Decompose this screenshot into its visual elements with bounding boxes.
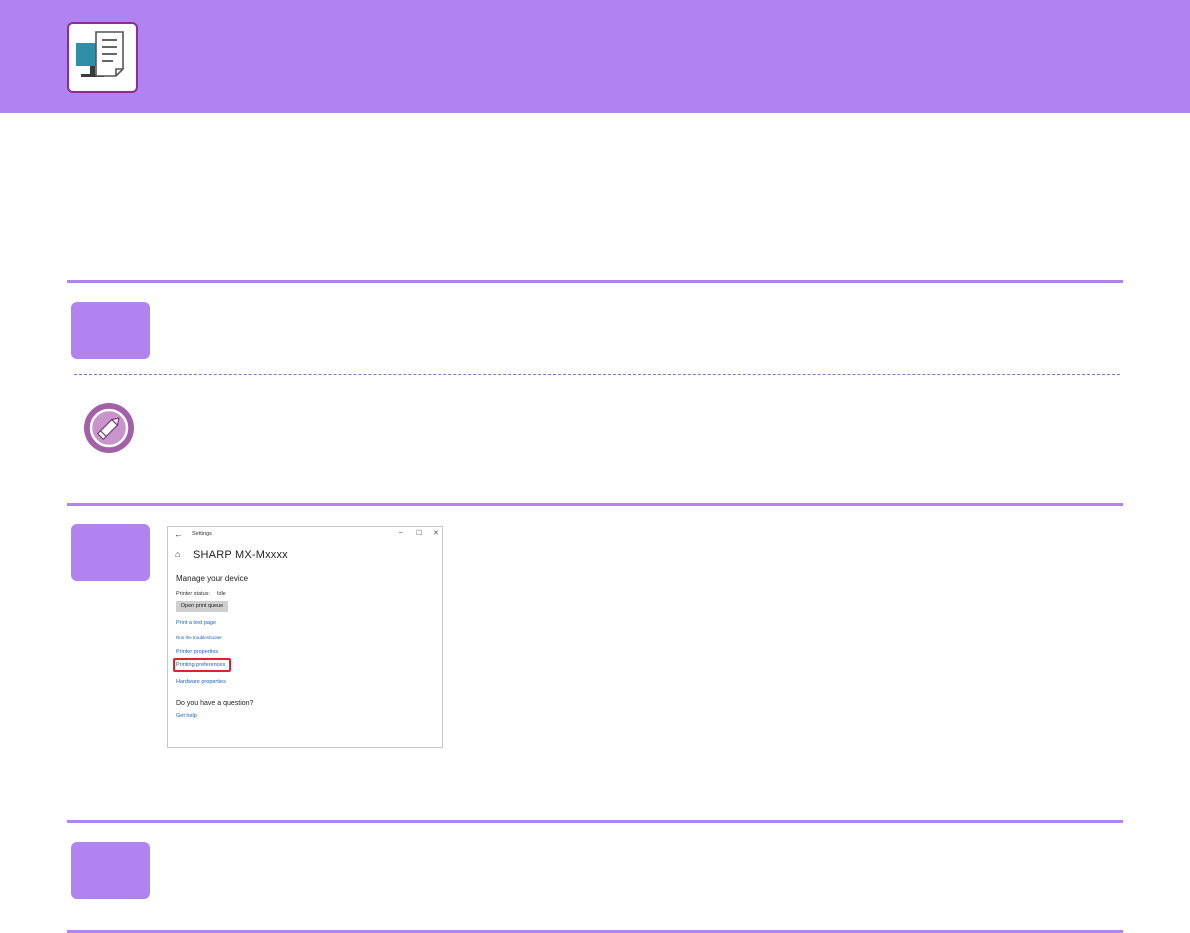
section-divider [67, 503, 1123, 506]
back-arrow-icon[interactable]: ← [174, 529, 183, 539]
note-separator [74, 374, 1120, 375]
section-divider [67, 280, 1123, 283]
open-print-queue-button[interactable]: Open print queue [176, 601, 228, 612]
printer-status-label: Printer status: [176, 591, 210, 597]
section-title: Manage your device [176, 574, 249, 583]
step-badge-3 [71, 842, 150, 899]
get-help-link[interactable]: Get help [176, 713, 197, 719]
computer-document-icon [67, 22, 138, 93]
hardware-properties-link[interactable]: Hardware properties [176, 679, 226, 685]
device-name: SHARP MX-Mxxxx [193, 549, 288, 561]
minimize-icon[interactable]: – [399, 529, 403, 536]
printer-properties-link[interactable]: Printer properties [176, 649, 218, 655]
printing-preferences-highlight [173, 658, 231, 672]
header-band [0, 0, 1190, 113]
section-divider [67, 820, 1123, 823]
window-title: Settings [192, 531, 212, 537]
step-badge-2 [71, 524, 150, 581]
maximize-icon[interactable]: ☐ [416, 529, 422, 537]
printer-status-value: Idle [217, 591, 226, 597]
home-icon[interactable]: ⌂ [175, 549, 180, 559]
pencil-note-icon [83, 402, 135, 454]
help-question: Do you have a question? [176, 700, 254, 707]
settings-window-screenshot: ← Settings – ☐ ✕ ⌂ SHARP MX-Mxxxx Manage… [167, 526, 443, 748]
run-troubleshooter-link[interactable]: Run the troubleshooter [176, 635, 222, 640]
step-badge-1 [71, 302, 150, 359]
print-test-page-link[interactable]: Print a test page [176, 620, 216, 626]
close-icon[interactable]: ✕ [433, 529, 439, 537]
